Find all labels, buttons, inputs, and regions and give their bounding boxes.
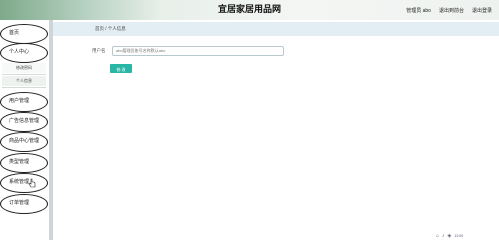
sidebar-item-user-management[interactable]: 用户管理 — [0, 92, 48, 112]
sidebar-item-type-management[interactable]: 类型管理 — [0, 153, 48, 173]
username-label: 用户名 — [92, 48, 106, 53]
hand-cursor-icon — [28, 178, 36, 188]
language-icon[interactable]: ◈ — [448, 232, 452, 240]
sidebar-subitem-personal-info[interactable]: 个人信息 — [2, 76, 46, 86]
sidebar-divider — [2, 87, 46, 88]
header-links: 管理员 abo 退出到前台 退出登录 — [406, 0, 492, 20]
breadcrumb-home-link[interactable]: 首页 — [95, 26, 104, 31]
sidebar-item-system-management[interactable]: 系统管理 — [0, 173, 48, 193]
sidebar-scrollbar[interactable] — [49, 20, 53, 240]
submit-button[interactable]: 修 改 — [110, 64, 132, 73]
volume-icon[interactable]: ♪ — [442, 232, 445, 240]
logout-link[interactable]: 退出登录 — [472, 7, 492, 14]
sidebar: 首页 个人中心 修改密码 个人信息 用户管理 广告信息管理 商品中心管理 类型管… — [0, 20, 51, 240]
network-icon[interactable]: ⌂ — [436, 232, 439, 240]
sidebar-item-product-management[interactable]: 商品中心管理 — [0, 132, 48, 152]
sidebar-item-personal-center[interactable]: 个人中心 — [0, 43, 48, 63]
sidebar-divider — [2, 74, 46, 75]
sidebar-item-ad-management[interactable]: 广告信息管理 — [0, 112, 48, 132]
top-header: 宜居家居用品网 管理员 abo 退出到前台 退出登录 — [0, 0, 499, 20]
system-tray: ⌂ ♪ ◈ 12:00 — [436, 232, 463, 240]
breadcrumb-separator: / — [105, 26, 107, 31]
breadcrumb: 首页 / 个人信息 — [53, 22, 499, 36]
admin-label: 管理员 abo — [406, 7, 431, 14]
username-input[interactable] — [112, 46, 284, 56]
sidebar-subitem-change-password[interactable]: 修改密码 — [2, 63, 46, 73]
tray-clock: 12:00 — [454, 234, 464, 238]
back-to-front-link[interactable]: 退出到前台 — [439, 7, 464, 14]
sidebar-item-order-management[interactable]: 订单管理 — [0, 194, 48, 214]
sidebar-item-home[interactable]: 首页 — [0, 24, 48, 44]
breadcrumb-current: 个人信息 — [107, 26, 126, 31]
